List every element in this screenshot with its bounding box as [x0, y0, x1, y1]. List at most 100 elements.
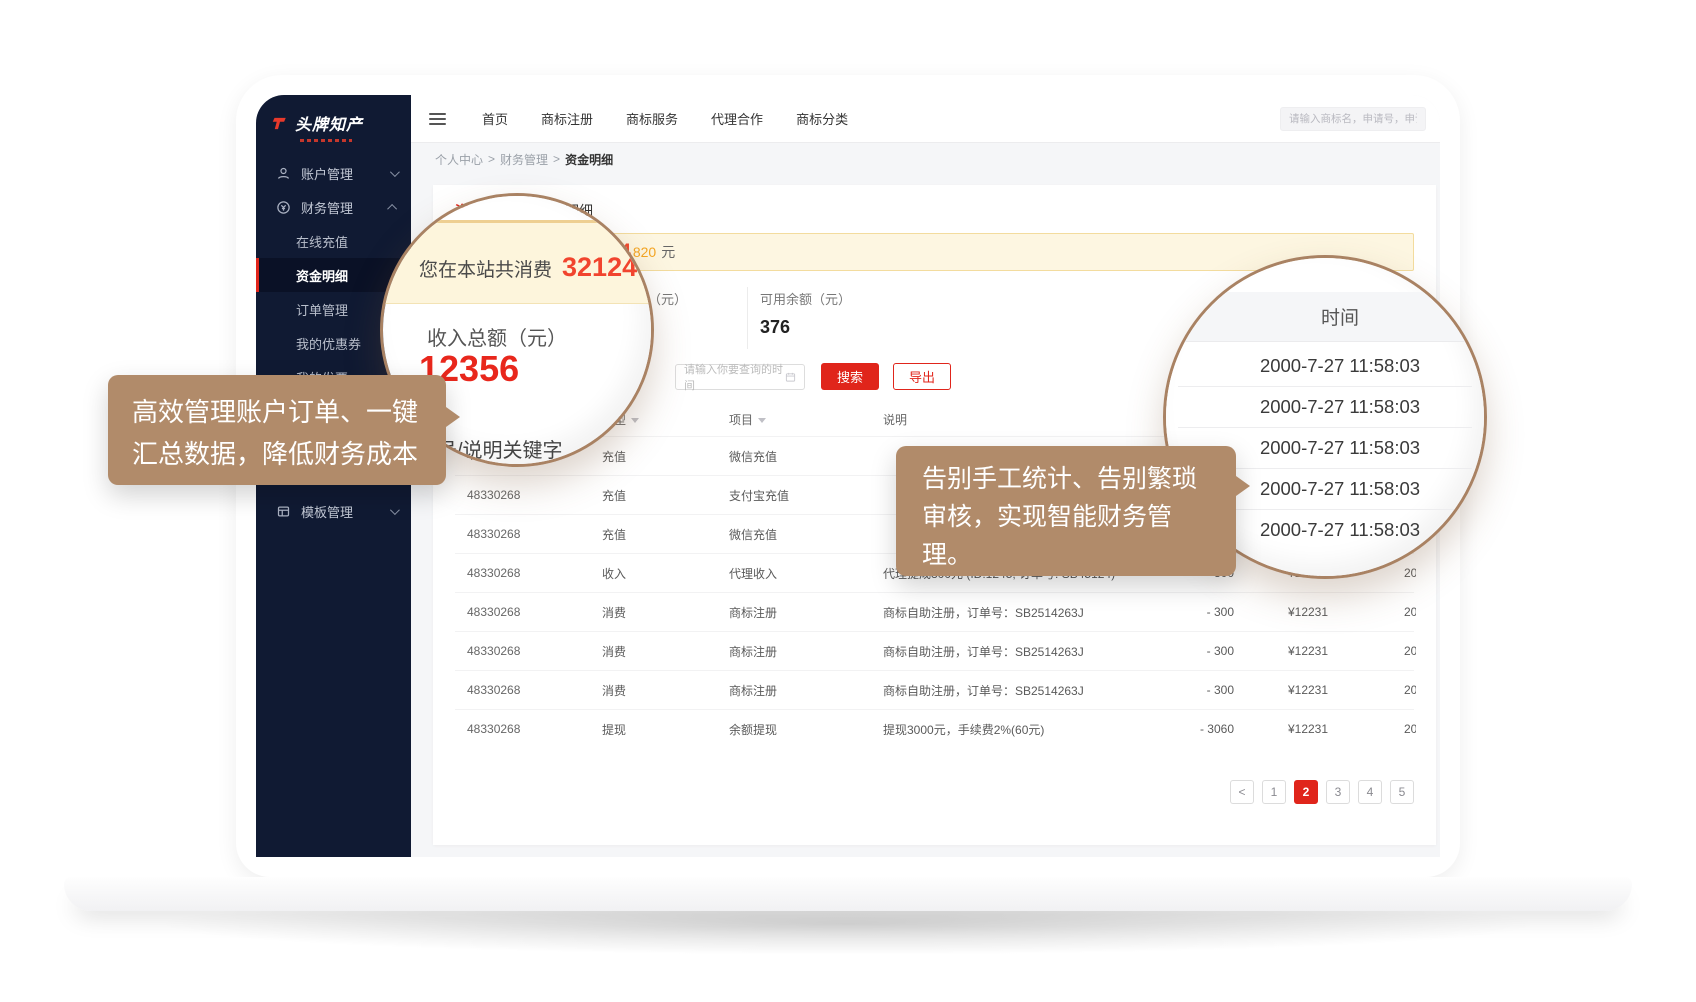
- cell-project: 代理收入: [729, 565, 883, 582]
- cell-amount: - 300: [1148, 683, 1248, 697]
- cell-time: 2000-7-27 11:58:03: [1368, 644, 1416, 658]
- cell-desc: 商标自助注册，订单号：SB2514263J: [883, 604, 1148, 621]
- date-input-placeholder: 请输入你要查询的时间: [684, 361, 785, 393]
- nav-tab-trademark-classification[interactable]: 商标分类: [796, 109, 848, 128]
- callout-right: 告别手工统计、告别繁琐审核，实现智能财务管理。: [896, 446, 1236, 576]
- nav-tab-trademark-services[interactable]: 商标服务: [626, 109, 678, 128]
- menu-toggle-icon[interactable]: [429, 113, 446, 125]
- sidebar-item-label: 账户管理: [301, 164, 353, 183]
- cell-amount: - 3060: [1148, 722, 1248, 736]
- brand-logo[interactable]: 头牌知产: [256, 95, 411, 135]
- breadcrumb-item[interactable]: 个人中心: [435, 151, 483, 168]
- nav-tabs: 首页 商标注册 商标服务 代理合作 商标分类: [482, 109, 848, 128]
- pagination-page-2-active[interactable]: 2: [1294, 780, 1318, 804]
- table-row: 48330268 消费 商标注册 商标自助注册，订单号：SB2514263J -…: [455, 631, 1414, 670]
- calendar-icon: [785, 371, 796, 383]
- pagination-page-3[interactable]: 3: [1326, 780, 1350, 804]
- sidebar-item-template[interactable]: 模板管理: [256, 494, 411, 528]
- laptop-base: [64, 877, 1632, 911]
- cell-time: 2000-7-27 11:58:03: [1368, 683, 1416, 697]
- user-icon: [276, 166, 291, 181]
- cell-type: 充值: [602, 526, 729, 543]
- cell-amount: - 300: [1148, 644, 1248, 658]
- stat-value: 376: [760, 317, 851, 338]
- stat-available-balance: 可用余额（元） 376: [747, 287, 851, 349]
- cell-desc: 提现3000元，手续费2%(60元): [883, 721, 1148, 738]
- pagination: < 1 2 3 4 5: [455, 780, 1414, 804]
- pagination-prev-button[interactable]: <: [1230, 780, 1254, 804]
- col-header-project[interactable]: 项目: [729, 411, 883, 428]
- cell-type: 充值: [602, 487, 729, 504]
- cell-project: 商标注册: [729, 682, 883, 699]
- export-button[interactable]: 导出: [893, 363, 951, 390]
- table-row: 48330268 消费 商标注册 商标自助注册，订单号：SB2514263J -…: [455, 670, 1414, 709]
- breadcrumb-separator: >: [488, 152, 495, 166]
- finance-icon: [276, 200, 291, 215]
- cell-balance: ¥12231: [1248, 722, 1368, 736]
- pagination-page-5[interactable]: 5: [1390, 780, 1414, 804]
- sidebar-item-account[interactable]: 账户管理: [256, 156, 411, 190]
- magnified-time-cell: 2000-7-27 11:58:03: [1166, 346, 1484, 386]
- cell-project: 支付宝充值: [729, 487, 883, 504]
- date-query-input[interactable]: 请输入你要查询的时间: [675, 364, 805, 390]
- nav-tab-home[interactable]: 首页: [482, 109, 508, 128]
- cell-type: 消费: [602, 643, 729, 660]
- col-header-desc: 说明: [883, 411, 1148, 428]
- breadcrumb-current: 资金明细: [565, 151, 613, 168]
- brand-name: 头牌知产: [295, 111, 363, 135]
- breadcrumb: 个人中心 > 财务管理 > 资金明细: [411, 143, 1440, 175]
- trademark-search-input[interactable]: [1280, 107, 1426, 131]
- cell-project: 微信充值: [729, 448, 883, 465]
- stat-label: 可用余额（元）: [760, 289, 851, 308]
- cell-type: 收入: [602, 565, 729, 582]
- page: 头牌知产 账户管理 财务管理: [0, 0, 1696, 1002]
- sidebar-item-label: 模板管理: [301, 502, 353, 521]
- cell-time: 2000-7-27 11:58:03: [1368, 722, 1416, 736]
- cell-project: 商标注册: [729, 604, 883, 621]
- cell-order: 48330268: [455, 527, 602, 541]
- brand-logo-icon: [272, 116, 287, 131]
- breadcrumb-separator: >: [553, 152, 560, 166]
- sort-caret-icon: [631, 418, 639, 423]
- cell-type: 提现: [602, 721, 729, 738]
- sidebar-subitem-label: 资金明细: [296, 266, 348, 285]
- cell-order: 48330268: [455, 644, 602, 658]
- pagination-page-4[interactable]: 4: [1358, 780, 1382, 804]
- template-icon: [276, 504, 291, 519]
- magnified-time-cell: 2000-7-27 11:58:03: [1166, 387, 1484, 427]
- cell-type: 消费: [602, 604, 729, 621]
- magnified-banner-text: 您在本站共消费32124: [419, 252, 637, 283]
- chevron-up-icon: [387, 203, 397, 213]
- nav-tab-agency-cooperation[interactable]: 代理合作: [711, 109, 763, 128]
- sort-caret-icon: [758, 418, 766, 423]
- chevron-down-icon: [390, 505, 400, 515]
- cell-order: 48330268: [455, 683, 602, 697]
- cell-amount: - 300: [1148, 605, 1248, 619]
- brand-tagline: [300, 139, 352, 142]
- cell-balance: ¥12231: [1248, 644, 1368, 658]
- sidebar-subitem-label: 订单管理: [296, 300, 348, 319]
- cell-project: 余额提现: [729, 721, 883, 738]
- cell-desc: 商标自助注册，订单号：SB2514263J: [883, 643, 1148, 660]
- search-button[interactable]: 搜索: [821, 363, 879, 390]
- cell-balance: ¥12231: [1248, 605, 1368, 619]
- cell-order: 48330268: [455, 605, 602, 619]
- cell-balance: ¥12231: [1248, 683, 1368, 697]
- callout-left: 高效管理账户订单、一键汇总数据，降低财务成本: [108, 375, 446, 485]
- top-navbar: 首页 商标注册 商标服务 代理合作 商标分类: [411, 95, 1440, 143]
- cell-desc: 商标自助注册，订单号：SB2514263J: [883, 682, 1148, 699]
- nav-tab-trademark-registration[interactable]: 商标注册: [541, 109, 593, 128]
- sidebar-item-finance[interactable]: 财务管理: [256, 190, 411, 224]
- table-row: 48330268 消费 商标注册 商标自助注册，订单号：SB2514263J -…: [455, 592, 1414, 631]
- chevron-down-icon: [390, 167, 400, 177]
- cell-order: 48330268: [455, 566, 602, 580]
- cell-time: 2000-7-27 11:58:03: [1368, 605, 1416, 619]
- cell-order: 48330268: [455, 488, 602, 502]
- magnified-time-header: 时间: [1166, 292, 1484, 342]
- magnified-income-label: 收入总额（元）: [427, 322, 567, 351]
- cell-project: 微信充值: [729, 526, 883, 543]
- sidebar-subitem-label: 在线充值: [296, 232, 348, 251]
- breadcrumb-item[interactable]: 财务管理: [500, 151, 548, 168]
- pagination-page-1[interactable]: 1: [1262, 780, 1286, 804]
- table-row: 48330268 提现 余额提现 提现3000元，手续费2%(60元) - 30…: [455, 709, 1414, 748]
